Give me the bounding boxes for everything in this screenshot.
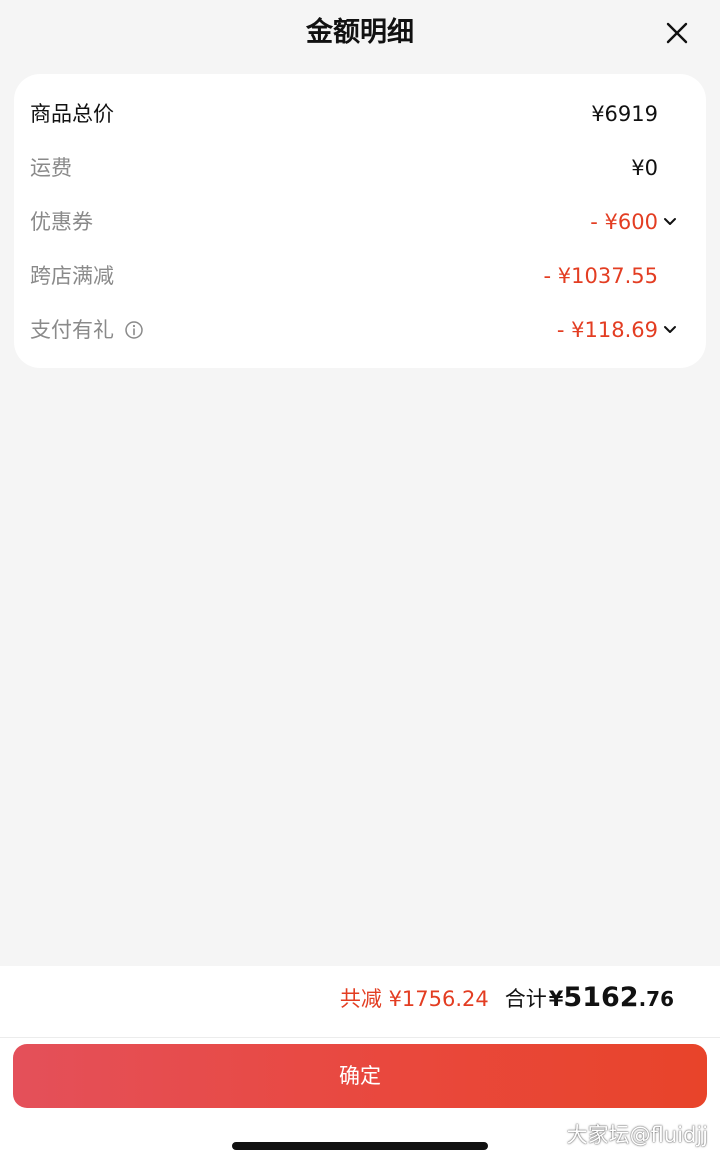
row-label: 跨店满减 — [30, 264, 114, 288]
home-indicator[interactable] — [232, 1142, 488, 1150]
row-label: 支付有礼 — [30, 318, 114, 342]
divider — [0, 1037, 720, 1038]
watermark: 大家坛@fluidjj — [566, 1123, 708, 1147]
info-icon[interactable] — [124, 320, 144, 340]
row-coupon[interactable]: 优惠券 - ¥600 — [30, 202, 690, 242]
close-button[interactable] — [660, 16, 694, 50]
row-label: 优惠券 — [30, 210, 93, 234]
header: 金额明细 — [0, 0, 720, 66]
chevron-down-icon[interactable] — [662, 323, 678, 337]
row-value: - ¥600 — [590, 210, 658, 234]
total-amount-decimal: .76 — [638, 987, 674, 1011]
row-payment-gift[interactable]: 支付有礼 - ¥118.69 — [30, 310, 690, 350]
row-cross-store-discount: 跨店满减 - ¥1037.55 — [30, 256, 690, 296]
row-subtotal: 商品总价 ¥6919 — [30, 94, 690, 134]
page-title: 金额明细 — [306, 17, 414, 48]
amount-summary: 共减 ¥1756.24 合计 ¥ 5162 .76 — [340, 982, 674, 1022]
close-icon — [666, 22, 688, 44]
amount-breakdown-card: 商品总价 ¥6919 运费 ¥0 优惠券 - ¥600 跨店满减 - ¥1037… — [14, 74, 706, 368]
total-saved: 共减 ¥1756.24 — [339, 987, 489, 1011]
row-value: - ¥1037.55 — [543, 264, 658, 288]
row-value: - ¥118.69 — [556, 318, 658, 342]
row-label: 商品总价 — [30, 102, 114, 126]
row-shipping: 运费 ¥0 — [30, 148, 690, 188]
row-value: ¥0 — [631, 156, 658, 180]
total-amount-integer: 5162 — [563, 982, 639, 1013]
row-label: 运费 — [30, 156, 72, 180]
chevron-down-icon[interactable] — [662, 215, 678, 229]
confirm-button[interactable]: 确定 — [13, 1044, 707, 1108]
total-currency: ¥ — [548, 987, 564, 1011]
footer-bar: 共减 ¥1756.24 合计 ¥ 5162 .76 确定 大家坛@fluidjj — [0, 966, 720, 1164]
total-label: 合计 — [504, 987, 547, 1011]
row-value: ¥6919 — [591, 102, 658, 126]
